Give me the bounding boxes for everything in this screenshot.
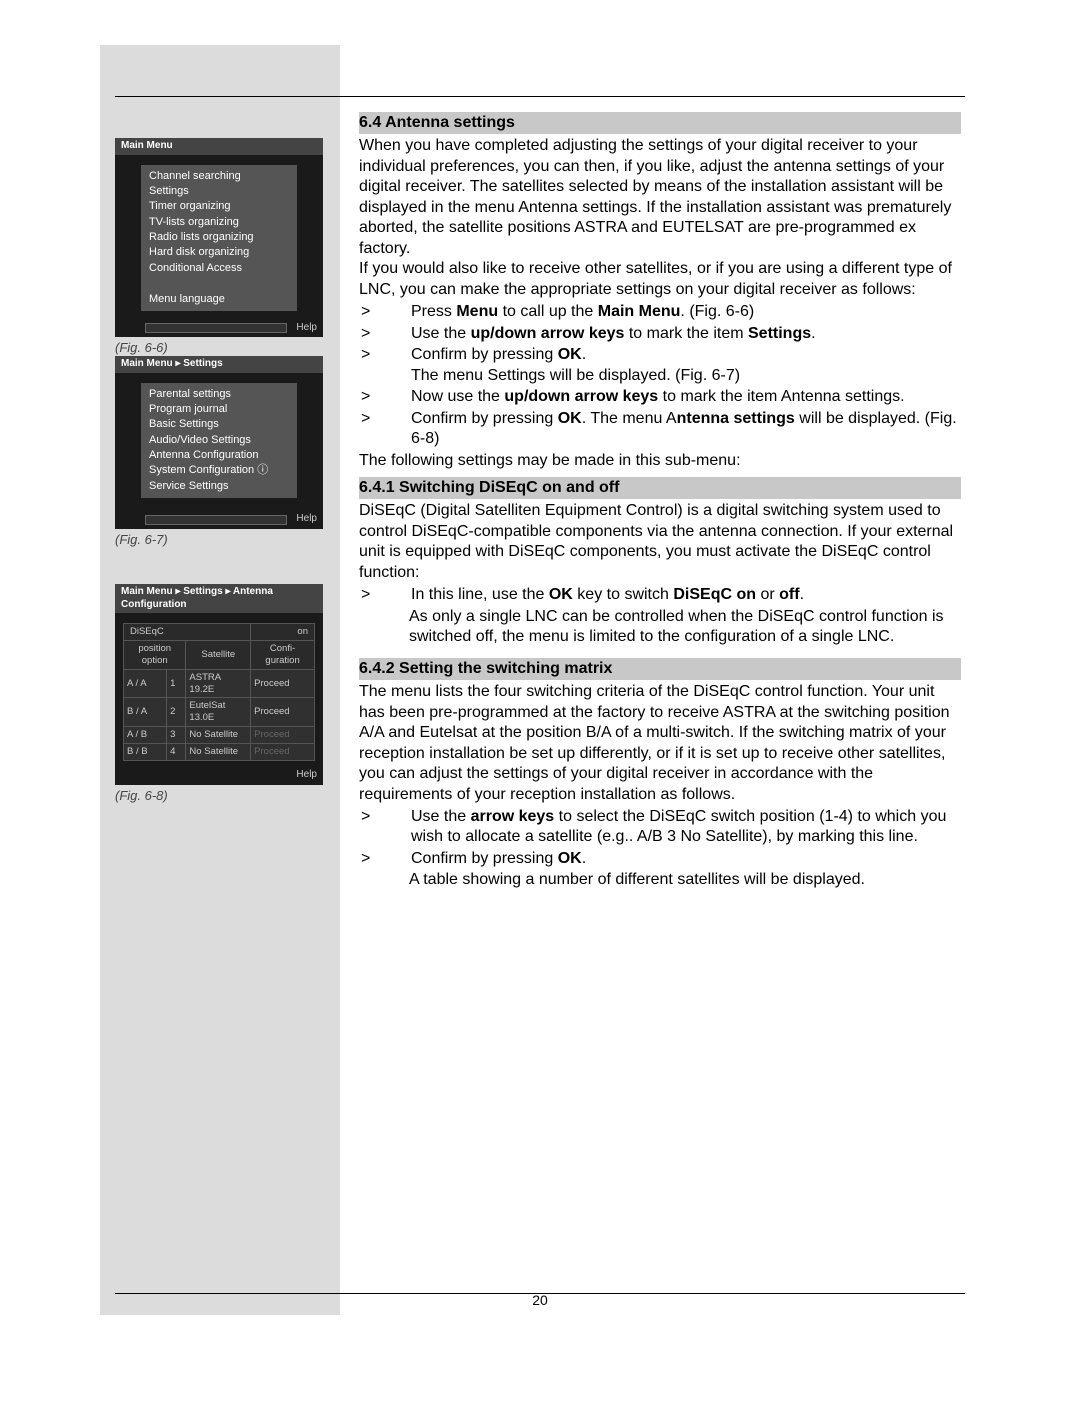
menu-item[interactable]: Parental settings bbox=[149, 387, 289, 402]
menu-item[interactable]: Hard disk organizing bbox=[149, 245, 289, 260]
cell-proceed: Proceed bbox=[251, 744, 315, 761]
table-row[interactable]: A / B3No SatelliteProceed bbox=[124, 727, 315, 744]
screenshot-antenna-config: Main Menu ▸ Settings ▸ Antenna Configura… bbox=[115, 584, 323, 785]
steps-6-4-1: >In this line, use the OK key to switch … bbox=[359, 585, 961, 605]
cell-satellite: EutelSat 13.0E bbox=[186, 698, 251, 727]
figure-6-8: Main Menu ▸ Settings ▸ Antenna Configura… bbox=[115, 584, 323, 803]
menu-item[interactable]: Timer organizing bbox=[149, 199, 289, 214]
help-button[interactable]: Help bbox=[296, 322, 317, 335]
breadcrumb: Main Menu bbox=[115, 138, 323, 155]
para-6-4-1-sub: As only a single LNC can be controlled w… bbox=[409, 607, 961, 648]
figure-6-7: Main Menu ▸ Settings Parental settingsPr… bbox=[115, 356, 323, 547]
diseqc-label: DiSEqC bbox=[124, 624, 251, 641]
breadcrumb: Main Menu ▸ Settings bbox=[115, 356, 323, 373]
heading-6-4: 6.4 Antenna settings bbox=[359, 112, 961, 134]
step-item: >Confirm by pressing OK.The menu Setting… bbox=[359, 345, 961, 386]
page-number: 20 bbox=[0, 1292, 1080, 1308]
steps-6-4: >Press Menu to call up the Main Menu. (F… bbox=[359, 302, 961, 449]
cell-proceed[interactable]: Proceed bbox=[251, 698, 315, 727]
scrollbar-icon bbox=[145, 323, 287, 333]
figure-caption: (Fig. 6-7) bbox=[115, 532, 323, 547]
para-6-4-1: DiSEqC (Digital Satelliten Equipment Con… bbox=[359, 501, 961, 583]
table-row[interactable]: B / B4No SatelliteProceed bbox=[124, 744, 315, 761]
menu-list: Channel searchingSettingsTimer organizin… bbox=[141, 165, 297, 312]
cell-pos: B / A bbox=[124, 698, 167, 727]
menu-item[interactable]: Settings bbox=[149, 184, 289, 199]
figure-caption: (Fig. 6-6) bbox=[115, 340, 323, 355]
menu-item[interactable] bbox=[149, 276, 289, 291]
cell-pos: A / B bbox=[124, 727, 167, 744]
help-button[interactable]: Help bbox=[296, 513, 317, 526]
para-6-4-2-sub: A table showing a number of different sa… bbox=[409, 870, 961, 890]
step-item: >Press Menu to call up the Main Menu. (F… bbox=[359, 302, 961, 322]
breadcrumb: Main Menu ▸ Settings ▸ Antenna Configura… bbox=[115, 584, 323, 613]
main-text-column: 6.4 Antenna settings When you have compl… bbox=[359, 106, 961, 891]
cell-satellite: No Satellite bbox=[186, 727, 251, 744]
menu-item[interactable]: TV-lists organizing bbox=[149, 215, 289, 230]
figure-caption: (Fig. 6-8) bbox=[115, 788, 323, 803]
menu-item[interactable]: Menu language bbox=[149, 292, 289, 307]
cell-proceed[interactable]: Proceed bbox=[251, 669, 315, 698]
cell-satellite: ASTRA 19.2E bbox=[186, 669, 251, 698]
help-button[interactable]: Help bbox=[296, 769, 317, 782]
menu-item[interactable]: Basic Settings bbox=[149, 417, 289, 432]
menu-item[interactable]: Antenna Configuration bbox=[149, 448, 289, 463]
table-row[interactable]: A / A1ASTRA 19.2EProceed bbox=[124, 669, 315, 698]
menu-item[interactable]: Conditional Access bbox=[149, 261, 289, 276]
scrollbar-icon bbox=[145, 515, 287, 525]
para-6-4: When you have completed adjusting the se… bbox=[359, 136, 961, 300]
diseqc-value[interactable]: on bbox=[251, 624, 315, 641]
antenna-config-table: DiSEqC on position option Satellite Conf… bbox=[123, 623, 315, 761]
top-rule bbox=[115, 96, 965, 97]
heading-6-4-2: 6.4.2 Setting the switching matrix bbox=[359, 658, 961, 680]
step-item: >In this line, use the OK key to switch … bbox=[359, 585, 961, 605]
col-satellite: Satellite bbox=[186, 640, 251, 669]
cell-index: 2 bbox=[167, 698, 186, 727]
heading-6-4-1: 6.4.1 Switching DiSEqC on and off bbox=[359, 477, 961, 499]
menu-item[interactable]: Service Settings bbox=[149, 479, 289, 494]
screenshot-settings-menu: Main Menu ▸ Settings Parental settingsPr… bbox=[115, 356, 323, 529]
col-position: position option bbox=[124, 640, 186, 669]
cell-index: 4 bbox=[167, 744, 186, 761]
steps-6-4-2: >Use the arrow keys to select the DiSEqC… bbox=[359, 807, 961, 869]
cell-pos: A / A bbox=[124, 669, 167, 698]
figure-6-6: Main Menu Channel searchingSettingsTimer… bbox=[115, 138, 323, 355]
menu-item[interactable]: Program journal bbox=[149, 402, 289, 417]
screenshot-main-menu: Main Menu Channel searchingSettingsTimer… bbox=[115, 138, 323, 337]
step-item: >Use the arrow keys to select the DiSEqC… bbox=[359, 807, 961, 848]
cell-proceed: Proceed bbox=[251, 727, 315, 744]
para-6-4-tail: The following settings may be made in th… bbox=[359, 451, 961, 471]
step-item: >Confirm by pressing OK. bbox=[359, 849, 961, 869]
step-item: >Use the up/down arrow keys to mark the … bbox=[359, 324, 961, 344]
table-row[interactable]: B / A2EutelSat 13.0EProceed bbox=[124, 698, 315, 727]
menu-list: Parental settingsProgram journalBasic Se… bbox=[141, 383, 297, 499]
col-config: Confi- guration bbox=[251, 640, 315, 669]
menu-item[interactable]: Radio lists organizing bbox=[149, 230, 289, 245]
step-item: >Now use the up/down arrow keys to mark … bbox=[359, 387, 961, 407]
cell-index: 1 bbox=[167, 669, 186, 698]
menu-item[interactable]: Audio/Video Settings bbox=[149, 433, 289, 448]
menu-item[interactable]: Channel searching bbox=[149, 169, 289, 184]
cell-index: 3 bbox=[167, 727, 186, 744]
menu-item[interactable]: System Configuration ⓘ bbox=[149, 463, 289, 478]
manual-page: 20 Main Menu Channel searchingSettingsTi… bbox=[0, 0, 1080, 1417]
cell-satellite: No Satellite bbox=[186, 744, 251, 761]
para-6-4-2: The menu lists the four switching criter… bbox=[359, 682, 961, 805]
cell-pos: B / B bbox=[124, 744, 167, 761]
step-item: >Confirm by pressing OK. The menu Antenn… bbox=[359, 409, 961, 450]
